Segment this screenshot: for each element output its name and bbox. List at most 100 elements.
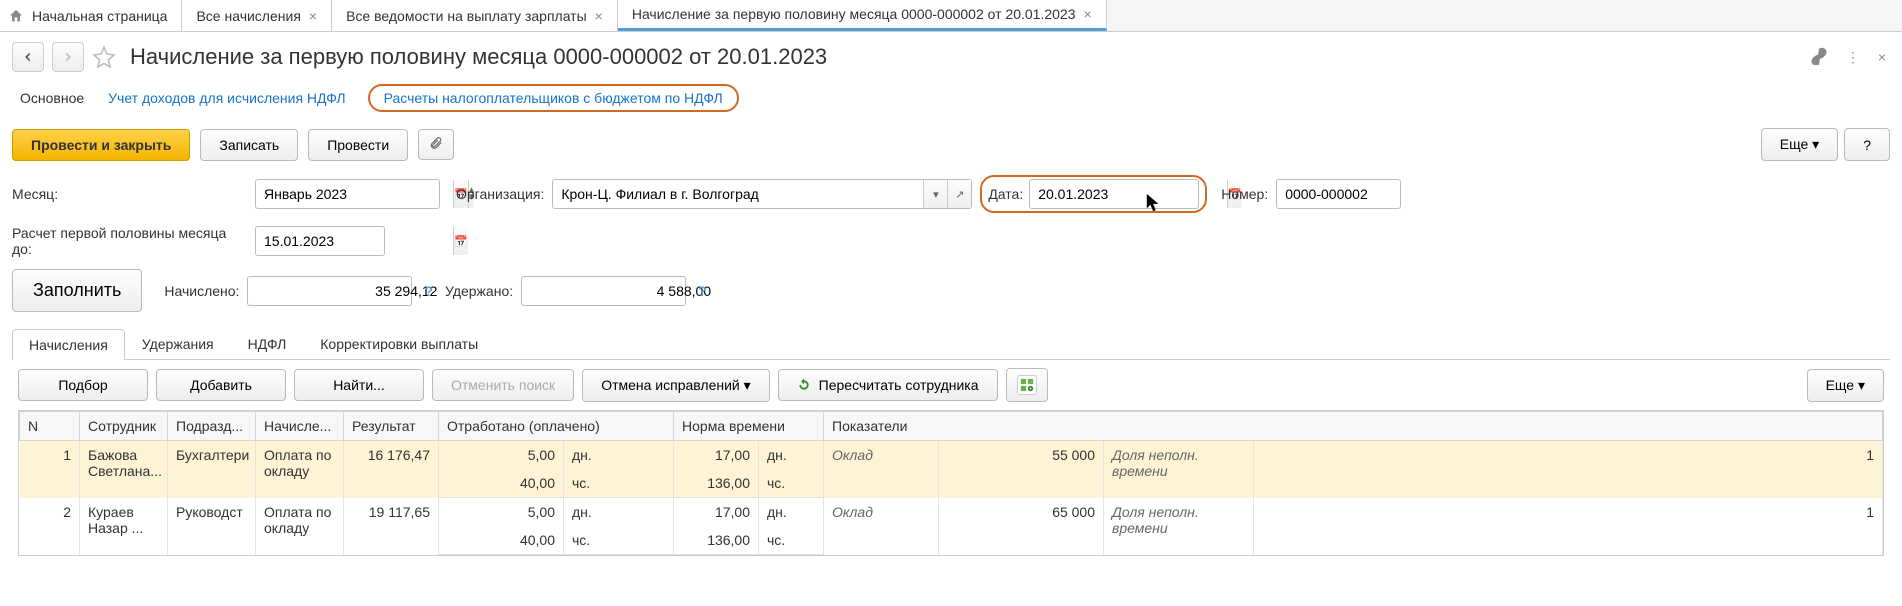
- month-field[interactable]: 📅 ▴▾: [255, 179, 440, 209]
- paperclip-icon: [429, 136, 443, 150]
- tab-deductions[interactable]: Удержания: [125, 328, 231, 359]
- save-button[interactable]: Записать: [200, 129, 298, 161]
- tab-all-payrolls[interactable]: Все ведомости на выплату зарплаты ×: [332, 0, 618, 31]
- number-field[interactable]: [1276, 179, 1401, 209]
- cell-norm-days-unit: дн.: [759, 498, 824, 527]
- window-close-icon[interactable]: ×: [1874, 45, 1890, 69]
- nav-forward-button[interactable]: [52, 42, 84, 72]
- cell-norm-hours-unit: чс.: [759, 469, 824, 498]
- cell-employee: Бажова Светлана...: [80, 441, 168, 498]
- col-norm[interactable]: Норма времени: [674, 412, 824, 441]
- cell-norm-hours-unit: чс.: [759, 526, 824, 555]
- link-icon[interactable]: [1806, 43, 1832, 72]
- subnav-main[interactable]: Основное: [18, 86, 86, 110]
- tab-accruals[interactable]: Начисления: [12, 329, 125, 360]
- number-label: Номер:: [1221, 186, 1268, 202]
- grid-settings-icon: +: [1017, 375, 1037, 395]
- pick-button[interactable]: Подбор: [18, 369, 148, 401]
- col-worked[interactable]: Отработано (оплачено): [439, 412, 674, 441]
- fill-button[interactable]: Заполнить: [12, 269, 142, 312]
- cancel-corrections-button[interactable]: Отмена исправлений ▾: [582, 369, 769, 402]
- date-input[interactable]: [1030, 180, 1227, 208]
- cell-department: Бухгалтери: [168, 441, 256, 498]
- cell-calculation: Оплата по окладу: [256, 498, 344, 555]
- col-department[interactable]: Подразд...: [168, 412, 256, 441]
- cell-calculation: Оплата по окладу: [256, 441, 344, 498]
- cell-indicator1-value: 55 000: [939, 441, 1104, 498]
- grid-columns-button[interactable]: +: [1006, 368, 1048, 402]
- col-result[interactable]: Результат: [344, 412, 439, 441]
- recalc-employee-button[interactable]: Пересчитать сотрудника: [778, 369, 998, 401]
- close-icon[interactable]: ×: [1084, 6, 1092, 22]
- date-field[interactable]: 📅: [1029, 179, 1199, 209]
- accrued-label: Начислено:: [164, 283, 239, 299]
- cell-indicator2-label: Доля неполн. времени: [1104, 498, 1254, 555]
- arrow-right-icon: [61, 50, 75, 64]
- home-icon: [8, 8, 24, 24]
- withheld-label: Удержано:: [445, 283, 513, 299]
- half-month-label: Расчет первой половины месяца до:: [12, 225, 247, 257]
- open-icon[interactable]: ↗: [947, 180, 971, 208]
- tab-all-accruals[interactable]: Все начисления ×: [182, 0, 332, 31]
- half-month-field[interactable]: 📅: [255, 226, 385, 256]
- chevron-down-icon: ▾: [1858, 377, 1865, 393]
- withheld-help-icon[interactable]: ?: [694, 283, 711, 299]
- main-tabs-bar: Начальная страница Все начисления × Все …: [0, 0, 1902, 32]
- help-button[interactable]: ?: [1844, 128, 1890, 161]
- number-input[interactable]: [1277, 180, 1474, 208]
- cell-worked-hours-unit: чс.: [564, 469, 674, 498]
- close-icon[interactable]: ×: [595, 8, 603, 24]
- tab-ndfl[interactable]: НДФЛ: [231, 328, 304, 359]
- grid-more-button[interactable]: Еще ▾: [1807, 369, 1884, 402]
- date-highlight-wrap: Дата: 📅: [980, 175, 1207, 213]
- accrued-help-icon[interactable]: ?: [420, 283, 437, 299]
- more-button[interactable]: Еще ▾: [1761, 128, 1838, 161]
- date-label: Дата:: [988, 186, 1023, 202]
- chevron-down-icon[interactable]: ▾: [923, 180, 947, 208]
- half-month-input[interactable]: [256, 227, 453, 255]
- col-n[interactable]: N: [20, 412, 80, 441]
- nav-back-button[interactable]: [12, 42, 44, 72]
- close-icon[interactable]: ×: [309, 8, 317, 24]
- cell-worked-hours: 40,00: [439, 526, 564, 555]
- calendar-icon[interactable]: 📅: [453, 227, 468, 255]
- grid-toolbar: Подбор Добавить Найти... Отменить поиск …: [0, 360, 1902, 410]
- find-button[interactable]: Найти...: [294, 369, 424, 401]
- tab-current-document[interactable]: Начисление за первую половину месяца 000…: [618, 0, 1107, 31]
- cell-indicator2-value: 1: [1254, 498, 1883, 555]
- cell-employee: Кураев Назар ...: [80, 498, 168, 555]
- kebab-menu-icon[interactable]: ⋮: [1842, 45, 1864, 70]
- cell-indicator1-value: 65 000: [939, 498, 1104, 555]
- subnav-taxpayer-budget[interactable]: Расчеты налогоплательщиков с бюджетом по…: [368, 84, 739, 112]
- tab-home[interactable]: Начальная страница: [0, 0, 182, 31]
- month-input[interactable]: [256, 180, 453, 208]
- col-calculation[interactable]: Начисле...: [256, 412, 344, 441]
- org-input[interactable]: [553, 180, 923, 208]
- add-button[interactable]: Добавить: [156, 369, 286, 401]
- col-employee[interactable]: Сотрудник: [80, 412, 168, 441]
- attachment-button[interactable]: [418, 129, 454, 160]
- cell-worked-days: 5,00: [439, 498, 564, 527]
- tab-corrections[interactable]: Корректировки выплаты: [303, 328, 495, 359]
- chevron-down-icon: ▾: [744, 377, 751, 393]
- cancel-search-button[interactable]: Отменить поиск: [432, 369, 574, 401]
- cell-norm-days-unit: дн.: [759, 441, 824, 470]
- arrow-left-icon: [21, 50, 35, 64]
- cell-indicator1-label: Оклад: [824, 441, 939, 498]
- cell-worked-days: 5,00: [439, 441, 564, 470]
- cell-worked-days-unit: дн.: [564, 498, 674, 527]
- post-button[interactable]: Провести: [308, 129, 408, 161]
- org-field[interactable]: ▾ ↗: [552, 179, 972, 209]
- form-row-half: Расчет первой половины месяца до: 📅: [0, 221, 1902, 265]
- cell-n: 1: [20, 441, 80, 498]
- col-indicators[interactable]: Показатели: [824, 412, 1883, 441]
- form-row-main: Месяц: 📅 ▴▾ Организация: ▾ ↗ Дата: 📅 Ном…: [0, 171, 1902, 221]
- cell-norm-hours: 136,00: [674, 526, 759, 555]
- table-row[interactable]: 1Бажова Светлана...БухгалтериОплата по о…: [20, 441, 1883, 470]
- sub-navigation: Основное Учет доходов для исчисления НДФ…: [0, 78, 1902, 124]
- favorite-star-icon[interactable]: [92, 45, 116, 69]
- table-row[interactable]: 2Кураев Назар ...РуководстОплата по окла…: [20, 498, 1883, 527]
- subnav-income-ndfl[interactable]: Учет доходов для исчисления НДФЛ: [106, 86, 347, 110]
- chevron-down-icon: ▾: [1812, 136, 1819, 152]
- post-and-close-button[interactable]: Провести и закрыть: [12, 129, 190, 161]
